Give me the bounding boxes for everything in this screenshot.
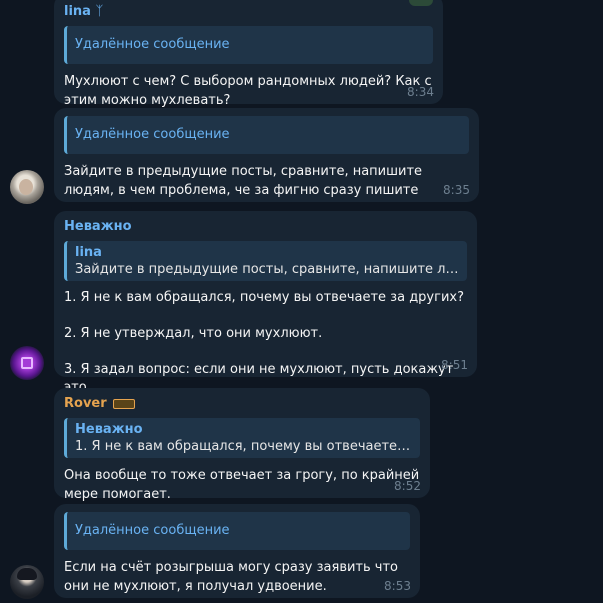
- avatar[interactable]: [10, 170, 44, 204]
- reply-quote[interactable]: Удалённое сообщение: [64, 26, 433, 64]
- message-time: 8:51: [441, 358, 468, 372]
- avatar[interactable]: [10, 565, 44, 599]
- reaction-pill[interactable]: [409, 0, 433, 6]
- quote-text: Зайдите в предыдущие посты, сравните, на…: [75, 262, 459, 277]
- quote-title: Удалённое сообщение: [75, 37, 230, 52]
- reply-quote[interactable]: Удалённое сообщение: [64, 512, 410, 550]
- quote-title: Удалённое сообщение: [75, 523, 230, 538]
- message-bubble[interactable]: lina ᛉ Удалённое сообщение Мухлюют с чем…: [54, 0, 443, 108]
- quote-title: Неважно: [75, 422, 143, 437]
- message-bubble[interactable]: Неважно lina Зайдите в предыдущие посты,…: [54, 211, 477, 395]
- message-text: Если на счёт розыгрыша могу сразу заявит…: [64, 560, 399, 594]
- message-time: 8:35: [443, 183, 470, 197]
- quote-title: Удалённое сообщение: [75, 127, 230, 142]
- message-bubble[interactable]: Удалённое сообщение Если на счёт розыгры…: [54, 504, 420, 598]
- badge-icon: [113, 398, 136, 409]
- sender-name[interactable]: Неважно: [64, 219, 467, 235]
- message-text: Она вообще то тоже отвечает за грогу, по…: [64, 468, 420, 502]
- quote-title: lina: [75, 245, 102, 260]
- quote-text: 1. Я не к вам обращался, почему вы отвеч…: [75, 439, 412, 454]
- message-text: 1. Я не к вам обращался, почему вы отвеч…: [64, 290, 464, 395]
- message-time: 8:34: [407, 85, 434, 99]
- sender-name[interactable]: Rover: [64, 396, 420, 412]
- reply-quote[interactable]: Неважно 1. Я не к вам обращался, почему …: [64, 418, 420, 458]
- message-time: 8:53: [384, 579, 411, 593]
- reply-quote[interactable]: lina Зайдите в предыдущие посты, сравнит…: [64, 241, 467, 281]
- message-bubble[interactable]: Удалённое сообщение Зайдите в предыдущие…: [54, 108, 479, 202]
- bunny-icon: ᛉ: [95, 4, 104, 19]
- message-bubble[interactable]: Rover Неважно 1. Я не к вам обращался, п…: [54, 388, 430, 502]
- message-text: Зайдите в предыдущие посты, сравните, на…: [64, 164, 423, 198]
- message-time: 8:52: [394, 479, 421, 493]
- reply-quote[interactable]: Удалённое сообщение: [64, 116, 469, 154]
- message-text: Мухлюют с чем? С выбором рандомных людей…: [64, 74, 432, 108]
- sender-name[interactable]: lina ᛉ: [64, 4, 433, 20]
- avatar[interactable]: [10, 346, 44, 380]
